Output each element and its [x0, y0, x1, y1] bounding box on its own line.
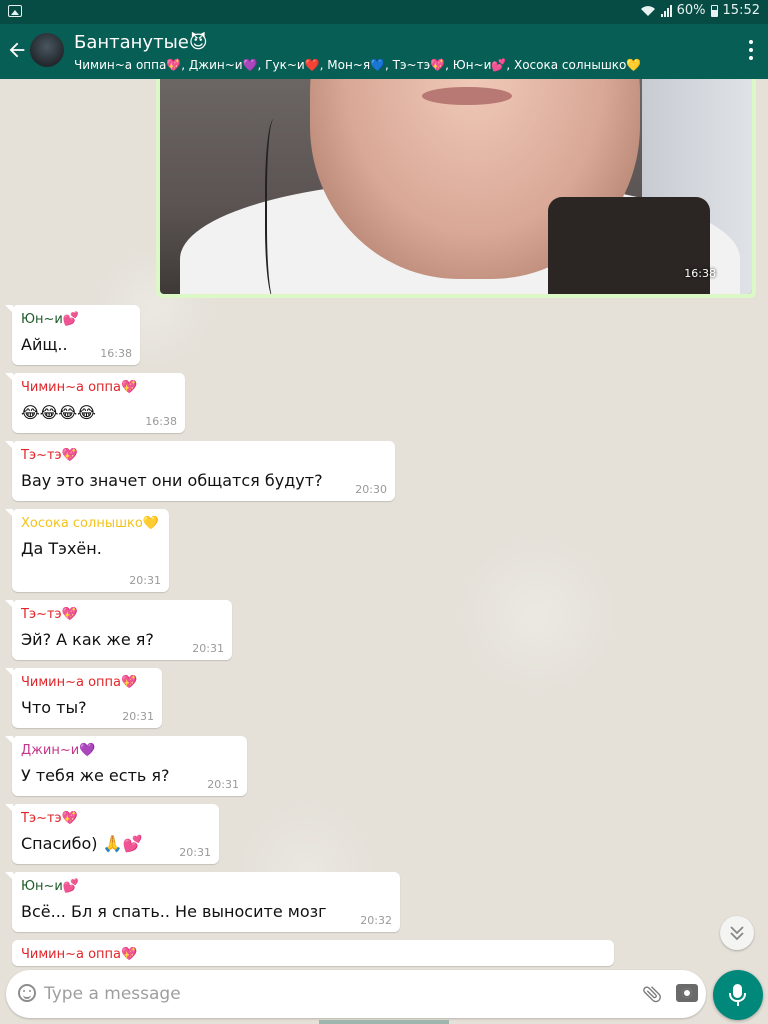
message-time: 20:31 [129, 574, 161, 587]
chat-participants[interactable]: Чимин~а оппа💖, Джин~и💜, Гук~и❤️, Мон~я💙,… [74, 58, 641, 72]
message-time: 20:31 [122, 710, 154, 723]
chat-title[interactable]: Бантанутые😈 [74, 32, 208, 53]
paperclip-icon[interactable] [641, 982, 663, 1006]
status-bar: 60% 15:52 [0, 0, 768, 24]
message-time: 16:38 [100, 347, 132, 360]
navigation-handle [319, 1020, 449, 1024]
message-text: У тебя же есть я? [21, 766, 170, 785]
battery-percent: 60% [676, 3, 706, 18]
camera-icon[interactable] [676, 984, 698, 1002]
emoji-icon[interactable] [18, 984, 36, 1002]
gallery-notification-icon [8, 5, 22, 17]
message-text: Да Тэхён. [21, 539, 102, 558]
message-text: Всё... Бл я спать.. Не выносите мозг [21, 902, 327, 921]
message-time: 20:32 [360, 914, 392, 927]
group-avatar[interactable] [30, 33, 64, 67]
message-bubble[interactable]: Джин~и💜 У тебя же есть я? 20:31 [5, 736, 247, 796]
message-time: 20:31 [179, 846, 211, 859]
message-sender: Юн~и💕 [21, 879, 80, 894]
message-time: 16:38 [684, 267, 716, 280]
message-sender: Джин~и💜 [21, 743, 96, 758]
message-bubble[interactable]: Чимин~а оппа💖 [12, 940, 614, 966]
mic-icon [729, 984, 746, 1006]
message-bubble[interactable]: Юн~и💕 Айщ.. 16:38 [5, 305, 140, 365]
message-sender: Тэ~тэ💖 [21, 448, 78, 463]
message-sender: Чимин~а оппа💖 [21, 675, 138, 690]
message-bubble[interactable]: Хосока солнышко💛 Да Тэхён. 20:31 [5, 509, 169, 592]
battery-icon [710, 4, 718, 17]
message-sender: Юн~и💕 [21, 312, 80, 327]
message-sender: Тэ~тэ💖 [21, 811, 78, 826]
wifi-icon [640, 5, 655, 16]
message-text: Вау это значет они общатся будут? [21, 471, 323, 490]
message-time: 20:31 [192, 642, 224, 655]
message-bubble[interactable]: Тэ~тэ💖 Эй? А как же я? 20:31 [5, 600, 232, 660]
message-sender: Чимин~а оппа💖 [21, 380, 138, 395]
image-message[interactable]: 16:38 [156, 79, 756, 298]
message-photo[interactable]: 16:38 [160, 79, 752, 294]
message-time: 16:38 [145, 415, 177, 428]
message-sender: Тэ~тэ💖 [21, 607, 78, 622]
message-time: 20:31 [207, 778, 239, 791]
status-bar-right: 60% 15:52 [640, 3, 760, 18]
double-chevron-down-icon [730, 926, 744, 941]
arrow-left-icon[interactable] [6, 39, 28, 61]
scroll-to-bottom-button[interactable] [720, 916, 754, 950]
more-vert-icon[interactable] [748, 40, 754, 62]
message-bubble[interactable]: Чимин~а оппа💖 Что ты? 20:31 [5, 668, 162, 728]
message-bubble[interactable]: Тэ~тэ💖 Вау это значет они общатся будут?… [5, 441, 395, 501]
message-bubble[interactable]: Юн~и💕 Всё... Бл я спать.. Не выносите мо… [5, 872, 400, 932]
message-input[interactable]: Type a message [44, 984, 181, 1004]
message-sender: Чимин~а оппа💖 [21, 947, 138, 962]
message-bubble[interactable]: Чимин~а оппа💖 😂😂😂😂 16:38 [5, 373, 185, 433]
clock: 15:52 [722, 3, 760, 18]
message-time: 20:30 [355, 483, 387, 496]
mic-button[interactable] [713, 970, 763, 1020]
chat-header[interactable]: Бантанутые😈 Чимин~а оппа💖, Джин~и💜, Гук~… [0, 24, 768, 79]
signal-icon [660, 4, 672, 17]
message-sender: Хосока солнышко💛 [21, 516, 159, 531]
message-composer[interactable]: Type a message [6, 970, 706, 1018]
message-bubble[interactable]: Тэ~тэ💖 Спасибо) 🙏💕 20:31 [5, 804, 219, 864]
